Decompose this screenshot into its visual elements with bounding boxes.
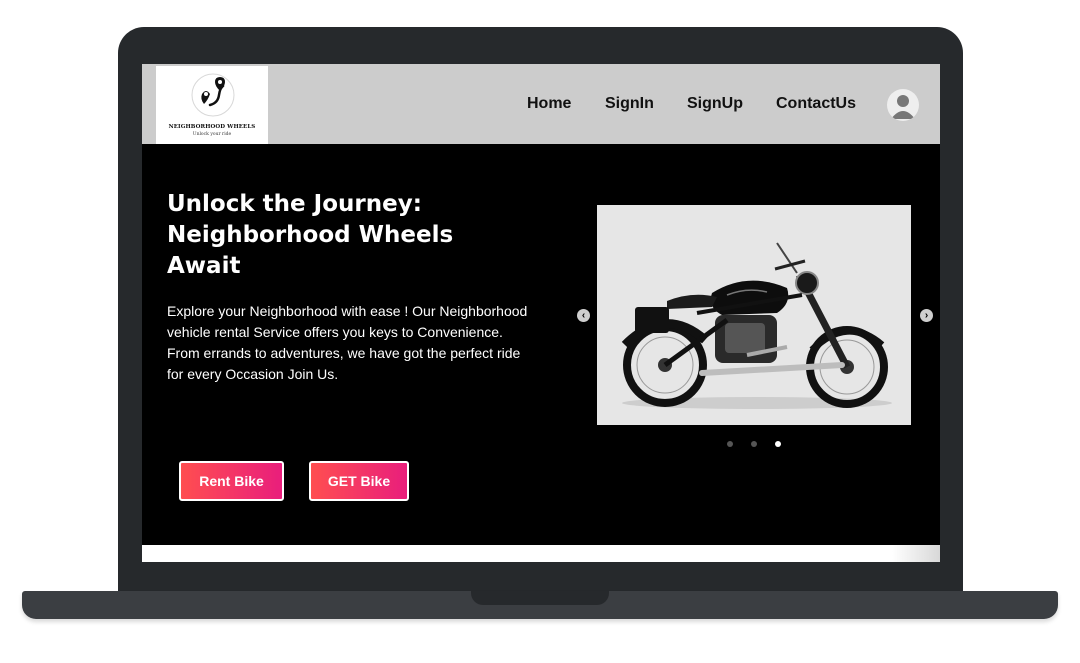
laptop-notch <box>471 591 609 605</box>
carousel-dot-2[interactable] <box>751 441 757 447</box>
get-bike-button[interactable]: GET Bike <box>309 461 409 501</box>
carousel-slide <box>597 205 911 425</box>
carousel-next-button[interactable]: › <box>920 309 933 322</box>
brand-name: NEIGHBORHOOD WHEELS <box>168 124 256 130</box>
next-section-strip <box>142 545 940 562</box>
location-pin-logo-icon <box>191 73 235 117</box>
carousel-dot-1[interactable] <box>727 441 733 447</box>
motorcycle-image <box>621 242 892 409</box>
nav-signin-link[interactable]: SignIn <box>605 95 654 113</box>
nav-contactus-link[interactable]: ContactUs <box>776 95 856 113</box>
user-avatar-button[interactable] <box>887 89 919 121</box>
chevron-right-icon: › <box>924 310 929 321</box>
laptop-screen: NEIGHBORHOOD WHEELS Unlock your ride Hom… <box>142 64 940 562</box>
navbar: NEIGHBORHOOD WHEELS Unlock your ride Hom… <box>142 64 940 144</box>
brand-tagline: Unlock your ride <box>192 132 232 137</box>
brand-logo[interactable]: NEIGHBORHOOD WHEELS Unlock your ride <box>156 66 268 144</box>
user-avatar-icon <box>891 95 915 119</box>
nav-signup-link[interactable]: SignUp <box>687 95 743 113</box>
nav-home-link[interactable]: Home <box>527 95 571 113</box>
carousel-prev-button[interactable]: ‹ <box>577 309 590 322</box>
hero-description: Explore your Neighborhood with ease ! Ou… <box>167 303 528 382</box>
hero-title: Unlock the Journey: Neighborhood Wheels … <box>167 191 454 279</box>
carousel-dot-3-active[interactable] <box>775 441 781 447</box>
rent-bike-button[interactable]: Rent Bike <box>179 461 284 501</box>
chevron-left-icon: ‹ <box>581 310 586 321</box>
